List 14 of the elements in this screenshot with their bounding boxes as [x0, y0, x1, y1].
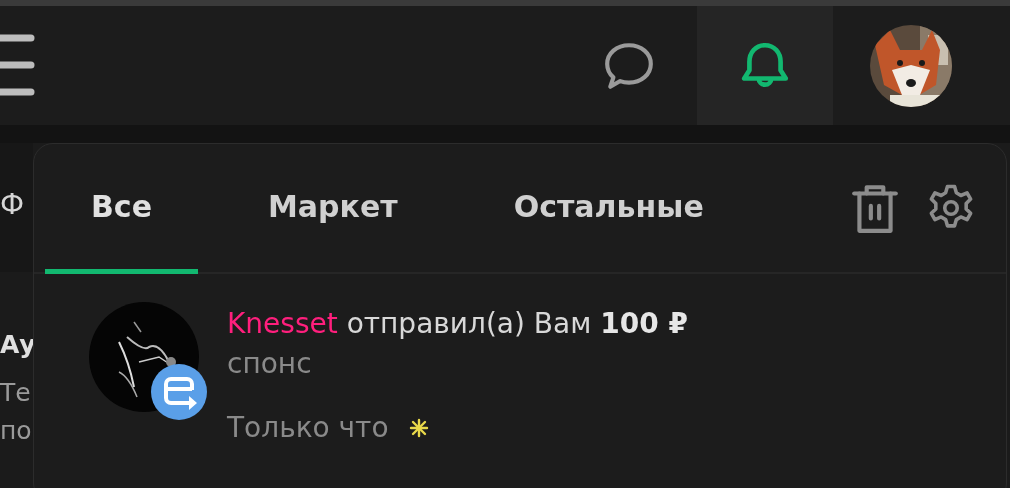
transfer-icon — [151, 364, 207, 420]
tab[interactable]: Все — [45, 144, 198, 274]
tab[interactable]: Остальные — [467, 144, 750, 274]
notification-time: Только что — [227, 410, 389, 446]
notifications-button[interactable] — [697, 6, 833, 125]
card-text: по — [0, 417, 33, 445]
tab[interactable]: Маркет — [222, 144, 444, 274]
card-text: Те — [0, 379, 32, 407]
card-title: Ау — [0, 330, 33, 359]
tab-label: Ф — [0, 143, 33, 272]
notification-comment: спонс — [227, 346, 313, 382]
notification-text: Knesset отправил(а) Вам 100 ₽ — [227, 306, 688, 342]
user-link[interactable]: Knesset — [227, 307, 338, 340]
menu-icon[interactable] — [0, 33, 35, 96]
